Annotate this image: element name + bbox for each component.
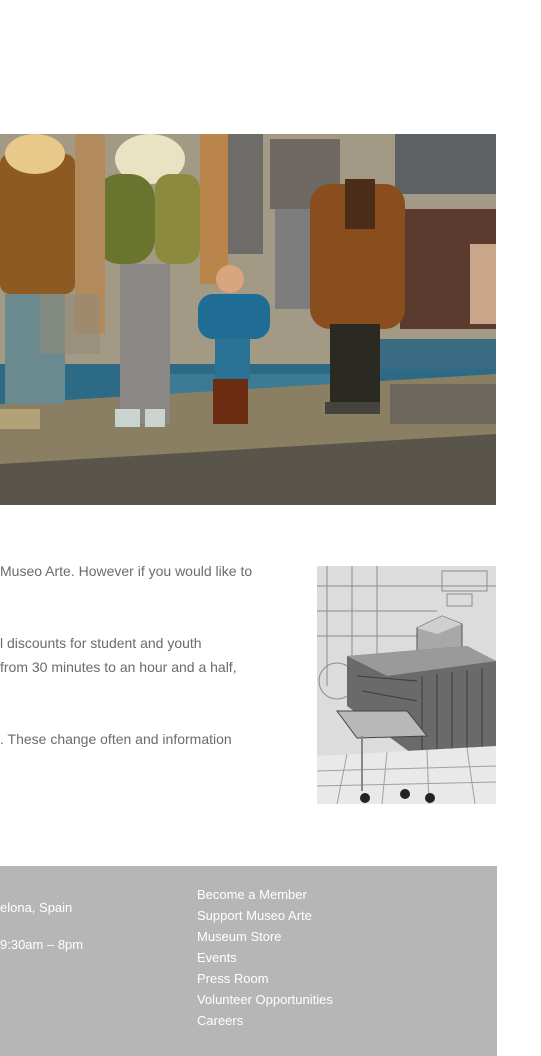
footer-link-events[interactable]: Events	[197, 947, 333, 968]
footer-link-careers[interactable]: Careers	[197, 1010, 333, 1031]
body-text-line: Museo Arte. However if you would like to	[0, 563, 253, 579]
body-text-line: . These change often and information	[0, 731, 232, 747]
footer-link-press[interactable]: Press Room	[197, 968, 333, 989]
footer-link-become-member[interactable]: Become a Member	[197, 884, 333, 905]
footer-address: elona, Spain	[0, 900, 73, 915]
body-text-line: l discounts for student and youth	[0, 635, 202, 651]
body-text-line: from 30 minutes to an hour and a half,	[0, 659, 237, 675]
footer-link-support[interactable]: Support Museo Arte	[197, 905, 333, 926]
footer-hours: 9:30am – 8pm	[0, 937, 84, 952]
footer-links: Become a Member Support Museo Arte Museu…	[197, 884, 333, 1031]
footer-link-store[interactable]: Museum Store	[197, 926, 333, 947]
footer-link-volunteer[interactable]: Volunteer Opportunities	[197, 989, 333, 1010]
building-sketch-image	[317, 566, 496, 804]
hero-painting-image	[0, 134, 496, 505]
